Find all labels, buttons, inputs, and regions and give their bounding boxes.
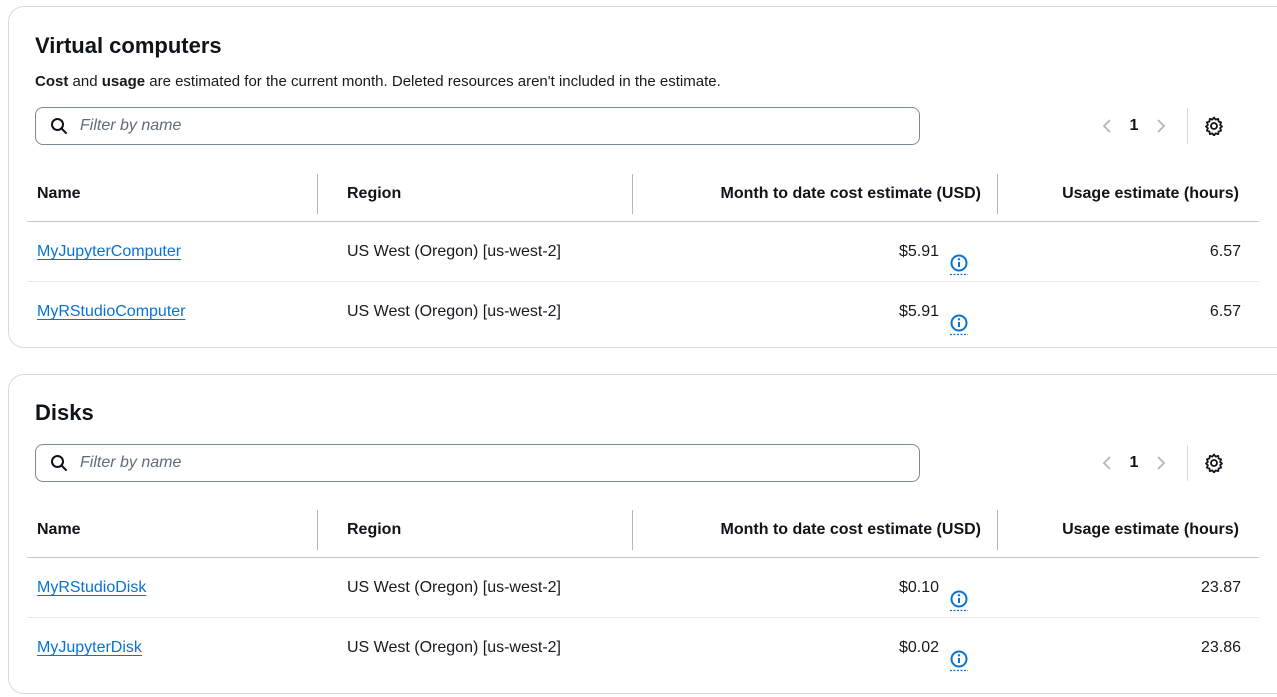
vc-filter-field[interactable] [35,107,920,145]
usage-cell: 23.87 [1200,579,1241,596]
info-icon[interactable] [949,242,969,275]
region-cell: US West (Oregon) [us-west-2] [347,243,561,260]
gear-icon[interactable] [1202,114,1226,138]
description-rest: are estimated for the current month. Del… [145,73,721,90]
table-row: MyRStudioComputer US West (Oregon) [us-w… [27,282,1259,341]
chevron-right-icon[interactable] [1151,114,1171,138]
virtual-computers-title: Virtual computers [35,33,222,58]
column-divider[interactable] [317,510,318,550]
region-cell: US West (Oregon) [us-west-2] [347,303,561,320]
column-header-cost[interactable]: Month to date cost estimate (USD) [721,503,981,557]
disks-panel: Disks 1 Name Region Month to date cost e… [8,374,1277,694]
table-row: MyJupyterDisk US West (Oregon) [us-west-… [27,618,1259,677]
disks-pagination: 1 [1097,444,1226,482]
disks-filter-field[interactable] [35,444,920,482]
virtual-computers-table: Name Region Month to date cost estimate … [27,167,1259,341]
column-header-region[interactable]: Region [347,503,401,557]
virtual-computers-panel: Virtual computers Cost and usage are est… [8,6,1277,348]
cost-value: $0.02 [898,639,939,656]
resource-name-link[interactable]: MyRStudioComputer [37,282,186,341]
column-header-region[interactable]: Region [347,167,401,221]
disks-filter-input[interactable] [80,454,880,472]
region-cell: US West (Oregon) [us-west-2] [347,579,561,596]
cost-usage-description: Cost and usage are estimated for the cur… [35,73,721,90]
column-divider[interactable] [997,174,998,214]
column-divider[interactable] [632,174,633,214]
pagination-divider [1187,445,1188,481]
column-divider[interactable] [997,510,998,550]
cost-cell: $5.91 [899,222,969,281]
info-icon[interactable] [949,638,969,671]
search-icon [50,117,68,135]
resource-name-link[interactable]: MyJupyterDisk [37,618,142,677]
table-header: Name Region Month to date cost estimate … [27,167,1259,222]
cost-value: $0.10 [898,579,939,596]
column-header-usage[interactable]: Usage estimate (hours) [1062,503,1239,557]
resource-name-link[interactable]: MyJupyterComputer [37,222,181,281]
description-and: and [68,73,102,90]
region-cell: US West (Oregon) [us-west-2] [347,639,561,656]
pagination-divider [1187,108,1188,144]
info-icon[interactable] [949,302,969,335]
vc-page-number[interactable]: 1 [1117,117,1151,135]
column-header-cost[interactable]: Month to date cost estimate (USD) [721,167,981,221]
column-divider[interactable] [632,510,633,550]
vc-pagination: 1 [1097,107,1226,145]
usage-cell: 6.57 [1209,243,1241,260]
disks-page-number[interactable]: 1 [1117,454,1151,472]
description-usage-bold: usage [101,73,146,90]
table-row: MyRStudioDisk US West (Oregon) [us-west-… [27,558,1259,618]
description-cost-bold: Cost [35,73,69,90]
chevron-left-icon[interactable] [1097,114,1117,138]
resource-name-link[interactable]: MyRStudioDisk [37,558,146,617]
column-header-usage[interactable]: Usage estimate (hours) [1062,167,1239,221]
usage-cell: 23.86 [1200,639,1241,656]
search-icon [50,454,68,472]
cost-value: $5.91 [898,243,939,260]
cost-cell: $5.91 [899,282,969,341]
column-header-name[interactable]: Name [37,503,81,557]
gear-icon[interactable] [1202,451,1226,475]
disks-table: Name Region Month to date cost estimate … [27,503,1259,677]
chevron-left-icon[interactable] [1097,451,1117,475]
table-header: Name Region Month to date cost estimate … [27,503,1259,558]
cost-cell: $0.10 [899,558,969,617]
table-row: MyJupyterComputer US West (Oregon) [us-w… [27,222,1259,282]
chevron-right-icon[interactable] [1151,451,1171,475]
info-icon[interactable] [949,578,969,611]
cost-cell: $0.02 [899,618,969,677]
column-header-name[interactable]: Name [37,167,81,221]
vc-filter-input[interactable] [80,117,880,135]
disks-title: Disks [35,400,94,425]
column-divider[interactable] [317,174,318,214]
cost-value: $5.91 [898,303,939,320]
usage-cell: 6.57 [1209,303,1241,320]
